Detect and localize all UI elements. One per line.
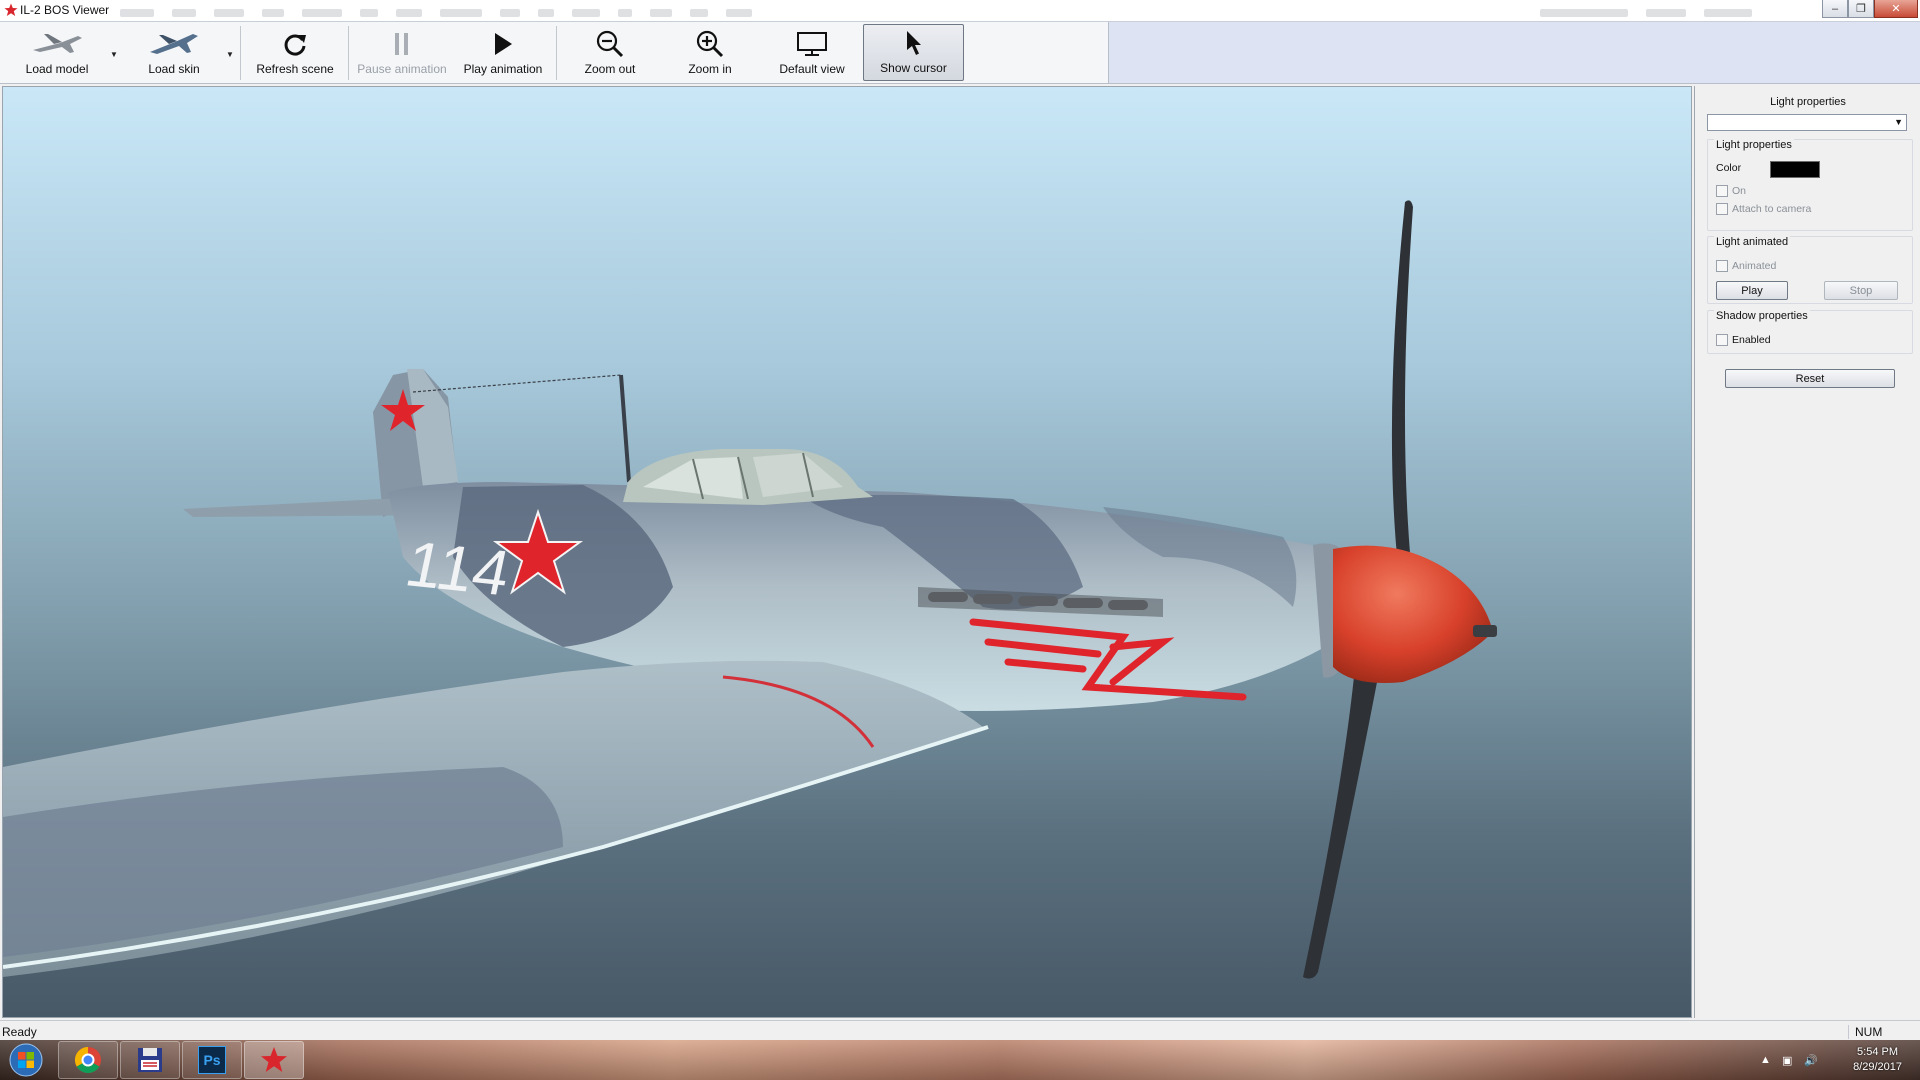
airplane-skin-icon xyxy=(147,29,201,59)
on-label: On xyxy=(1732,185,1747,197)
shadow-enabled-checkbox[interactable] xyxy=(1716,334,1728,346)
close-icon: ✕ xyxy=(1891,3,1901,15)
zoom-in-label: Zoom in xyxy=(688,62,732,76)
on-checkbox[interactable] xyxy=(1716,185,1728,197)
show-cursor-label: Show cursor xyxy=(880,61,947,75)
animated-checkbox[interactable] xyxy=(1716,260,1728,272)
minimize-button[interactable]: – xyxy=(1822,0,1848,18)
chrome-icon xyxy=(74,1046,101,1074)
zoom-in-icon xyxy=(695,29,725,59)
load-skin-button[interactable]: Load skin xyxy=(136,24,212,81)
show-cursor-button[interactable]: Show cursor xyxy=(863,24,964,81)
minimize-icon: – xyxy=(1831,2,1839,15)
light-play-button[interactable]: Play xyxy=(1716,281,1788,300)
taskbar-clock[interactable]: 5:54 PM 8/29/2017 xyxy=(1853,1045,1902,1075)
zoom-in-button[interactable]: Zoom in xyxy=(670,24,750,81)
properties-panel: Light properties ▼ Light properties Colo… xyxy=(1694,86,1920,1018)
airplane-icon xyxy=(30,29,84,59)
photoshop-icon: Ps xyxy=(198,1046,226,1074)
light-properties-group: Light properties Color On Attach to came… xyxy=(1707,139,1913,231)
pause-icon xyxy=(392,29,412,59)
shadow-enabled-label: Enabled xyxy=(1732,334,1771,346)
play-animation-label: Play animation xyxy=(463,62,543,76)
status-bar: Ready NUM xyxy=(0,1020,1920,1040)
taskbar-photoshop[interactable]: Ps xyxy=(182,1041,242,1079)
window-controls: – ❐ ✕ xyxy=(1822,0,1918,20)
pause-animation-label: Pause animation xyxy=(357,62,447,76)
attach-to-camera-checkbox[interactable] xyxy=(1716,203,1728,215)
light-properties-title: Light properties xyxy=(1714,139,1794,151)
shadow-properties-group: Shadow properties Enabled xyxy=(1707,310,1913,354)
photoshop-label: Ps xyxy=(203,1052,221,1068)
refresh-scene-label: Refresh scene xyxy=(256,62,334,76)
attach-to-camera-label: Attach to camera xyxy=(1732,203,1812,215)
light-select-dropdown[interactable]: ▼ xyxy=(1707,114,1907,131)
propeller-blade-bottom xyxy=(1303,667,1378,979)
default-view-button[interactable]: Default view xyxy=(770,24,854,81)
propeller-blade-top xyxy=(1391,200,1413,567)
network-icon[interactable]: ▣ xyxy=(1782,1054,1792,1067)
close-button[interactable]: ✕ xyxy=(1874,0,1918,18)
title-bar: IL-2 BOS Viewer – ❐ ✕ xyxy=(0,0,1920,22)
default-view-label: Default view xyxy=(779,62,845,76)
system-tray: ▲ ▣ 🔊 5:54 PM 8/29/2017 xyxy=(1720,1040,1920,1080)
toolbar-separator xyxy=(556,26,557,80)
aircraft-render: 114 xyxy=(3,200,1497,979)
red-star-icon xyxy=(261,1047,287,1072)
window-title: IL-2 BOS Viewer xyxy=(20,3,110,17)
cursor-arrow-icon xyxy=(904,28,924,58)
animated-label: Animated xyxy=(1732,260,1777,272)
spinner xyxy=(1333,545,1493,683)
toolbar-empty-area xyxy=(1108,22,1920,83)
background-window-ghost-right xyxy=(1540,6,1770,17)
restore-icon: ❐ xyxy=(1856,3,1866,15)
maximize-button[interactable]: ❐ xyxy=(1848,0,1874,18)
zoom-out-label: Zoom out xyxy=(584,62,636,76)
play-icon xyxy=(493,29,513,59)
load-skin-dropdown-icon[interactable]: ▼ xyxy=(226,50,234,59)
load-model-button[interactable]: Load model xyxy=(18,24,96,81)
start-button[interactable] xyxy=(4,1041,48,1079)
status-text: Ready xyxy=(2,1025,37,1039)
taskbar-il2-viewer[interactable] xyxy=(244,1041,304,1079)
floppy-disk-icon xyxy=(138,1048,162,1072)
shadow-properties-title: Shadow properties xyxy=(1714,310,1810,322)
light-animated-title: Light animated xyxy=(1714,236,1791,248)
refresh-scene-button[interactable]: Refresh scene xyxy=(252,24,338,81)
zoom-out-button[interactable]: Zoom out xyxy=(570,24,650,81)
taskbar-chrome[interactable] xyxy=(58,1041,118,1079)
load-skin-label: Load skin xyxy=(148,62,200,76)
play-animation-button[interactable]: Play animation xyxy=(456,24,550,81)
clock-date: 8/29/2017 xyxy=(1853,1061,1902,1073)
light-stop-button[interactable]: Stop xyxy=(1824,281,1898,300)
toolbar: Load model ▼ Load skin ▼ Refresh scene P… xyxy=(0,22,1920,84)
app-star-icon xyxy=(4,3,18,16)
windows-start-icon xyxy=(9,1043,43,1077)
num-lock-indicator: NUM xyxy=(1848,1025,1882,1039)
color-swatch[interactable] xyxy=(1770,161,1820,178)
load-model-label: Load model xyxy=(25,62,89,76)
taskbar: Ps ▲ ▣ 🔊 5:54 PM 8/29/2017 xyxy=(0,1040,1920,1080)
taskbar-save-app[interactable] xyxy=(120,1041,180,1079)
aircraft-number: 114 xyxy=(400,528,516,609)
toolbar-separator xyxy=(240,26,241,80)
volume-icon[interactable]: 🔊 xyxy=(1804,1054,1818,1067)
tray-expand-icon[interactable]: ▲ xyxy=(1760,1054,1771,1066)
background-window-ghost xyxy=(120,6,1020,17)
chevron-down-icon: ▼ xyxy=(1894,117,1903,127)
zoom-out-icon xyxy=(595,29,625,59)
toolbar-separator xyxy=(348,26,349,80)
clock-time: 5:54 PM xyxy=(1857,1046,1899,1058)
reset-button[interactable]: Reset xyxy=(1725,369,1895,388)
panel-title: Light properties xyxy=(1770,96,1846,108)
3d-viewport[interactable]: 114 xyxy=(2,86,1692,1018)
refresh-icon xyxy=(282,29,308,59)
monitor-icon xyxy=(796,29,828,59)
light-animated-group: Light animated Animated Play Stop xyxy=(1707,236,1913,304)
pause-animation-button[interactable]: Pause animation xyxy=(354,24,450,81)
load-model-dropdown-icon[interactable]: ▼ xyxy=(110,50,118,59)
color-label: Color xyxy=(1716,162,1742,174)
